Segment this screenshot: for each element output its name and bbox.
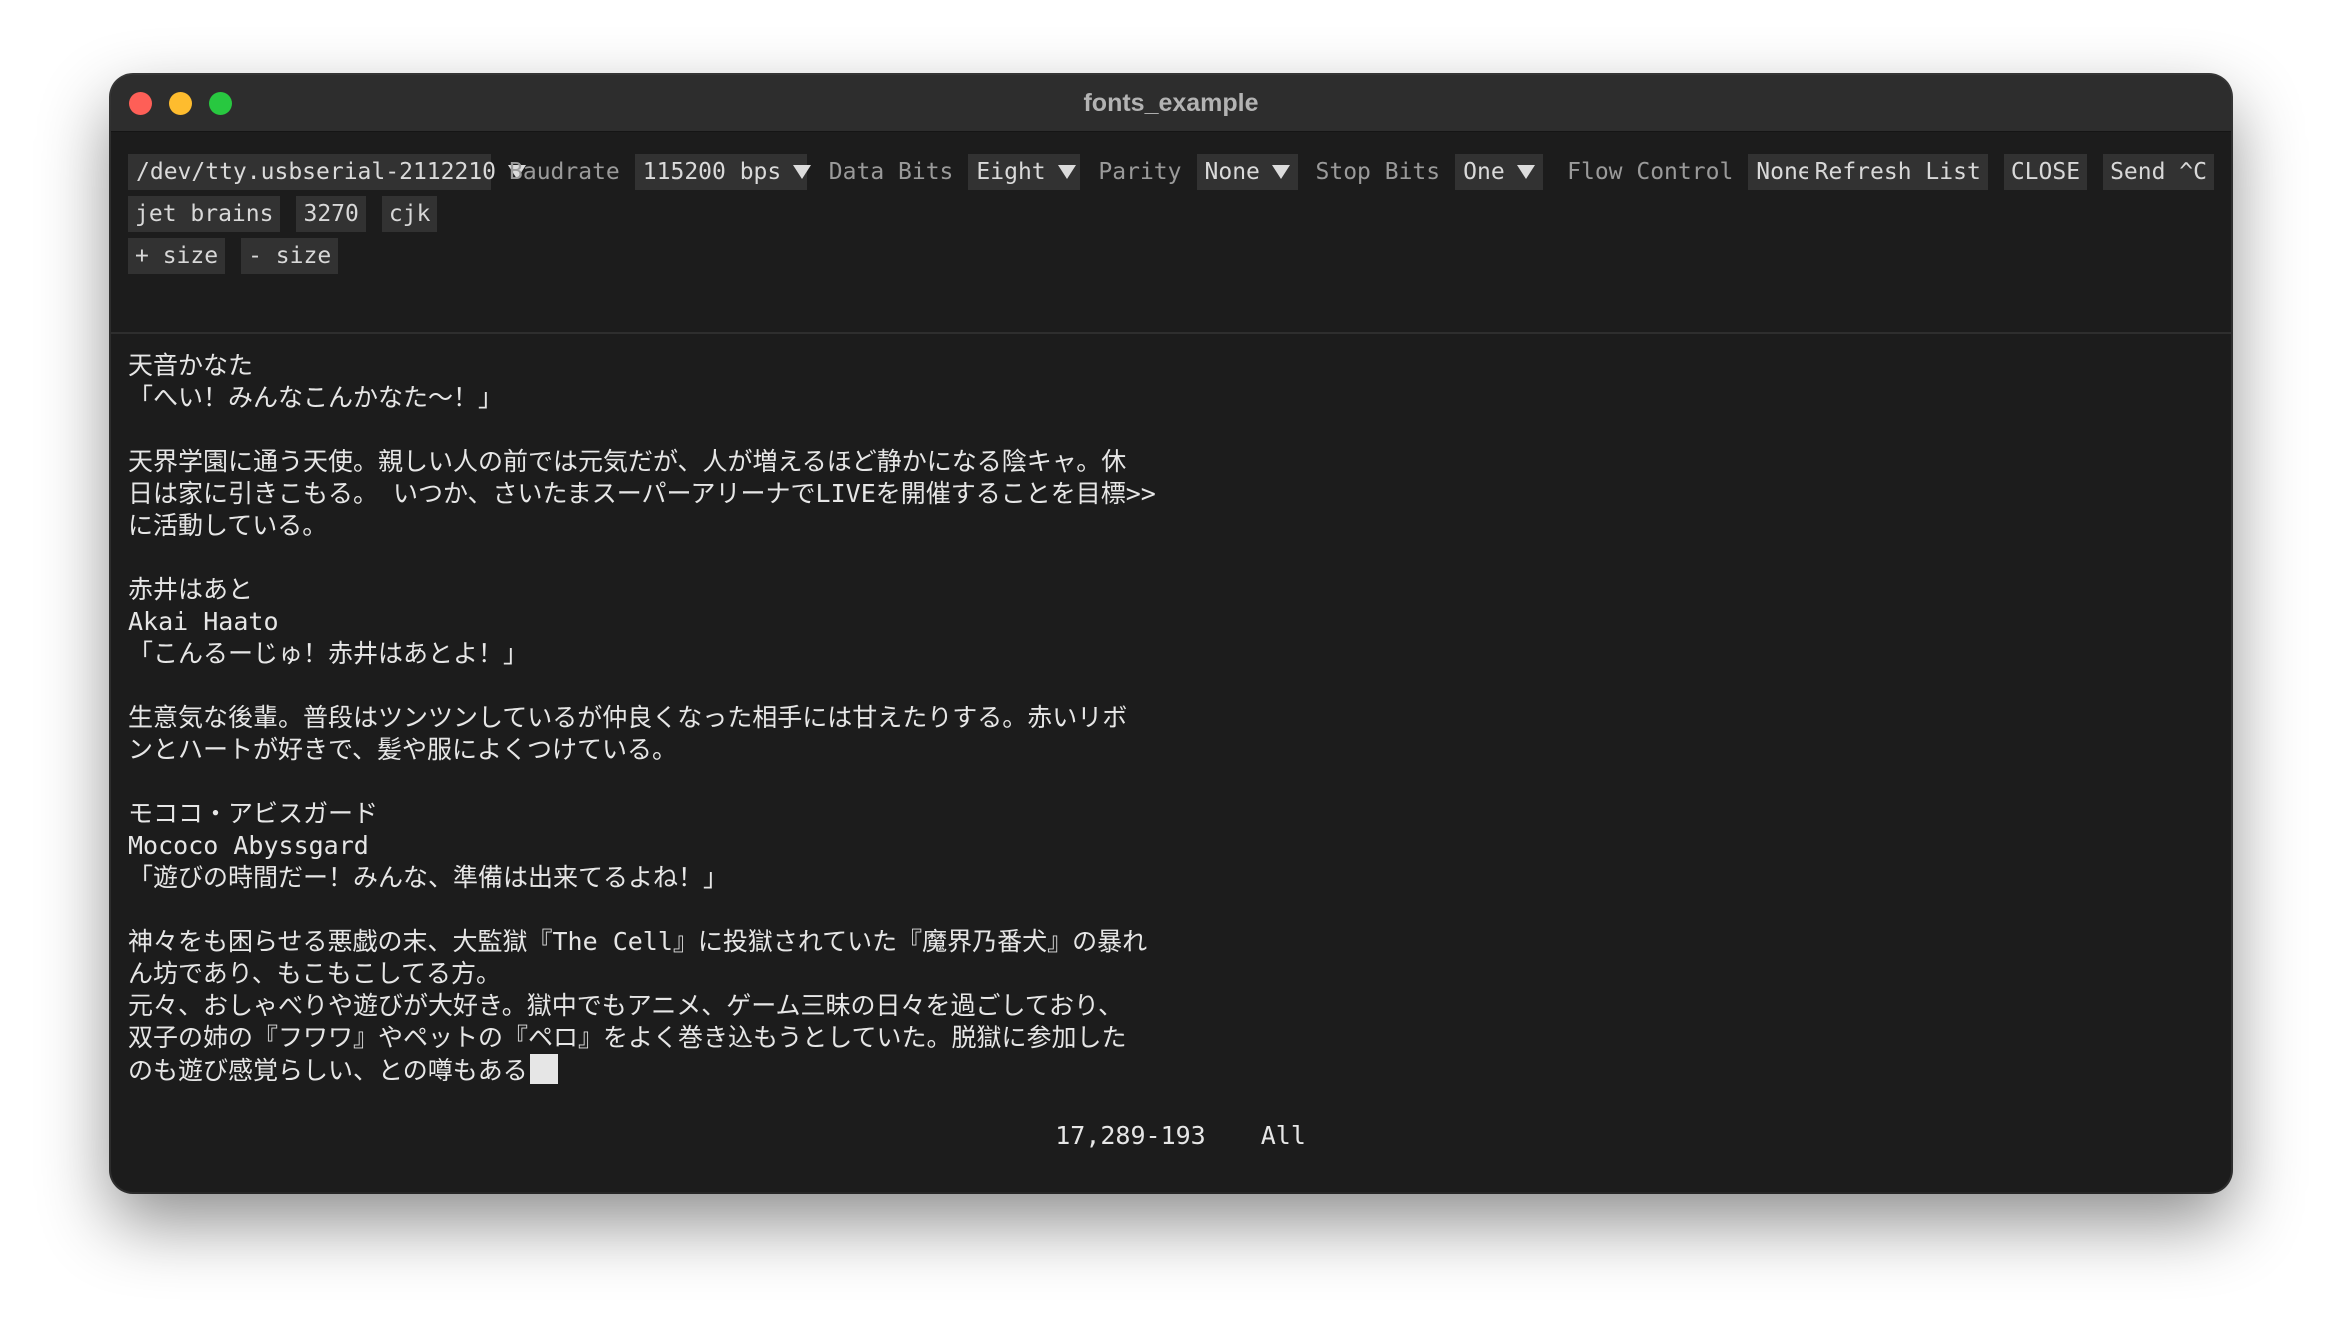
baudrate-select[interactable]: 115200 bps (634, 154, 812, 190)
databits-value: Eight (976, 159, 1046, 185)
terminal-line: のも遊び感覚らしい、との噂もある (128, 1054, 1378, 1086)
cursor-position: 17,289-193 (1055, 1121, 1206, 1150)
terminal-line: ンとハートが好きで、髪や服によくつけている。 (128, 735, 678, 764)
flow-control-label: Flow Control (1567, 159, 1734, 185)
parity-value: None (1204, 159, 1260, 185)
terminal-output[interactable]: 天音かなた「へい！みんなこんかなた～！」天界学園に通う天使。親しい人の前では元気… (128, 350, 1378, 1086)
terminal-line: 「こんるーじゅ！赤井はあとよ！」 (128, 639, 529, 668)
window-title: fonts_example (1083, 89, 1259, 117)
terminal-line: Mococo Abyssgard (128, 831, 369, 860)
action-buttons: Refresh List CLOSE Send ^C (1792, 154, 2214, 190)
terminal-line: に活動している。 (128, 511, 328, 540)
terminal-line: 元々、おしゃべりや遊びが大好き。獄中でもアニメ、ゲーム三昧の日々を過ごしており、 (128, 991, 1124, 1020)
port-value: /dev/tty.usbserial-2112210 (136, 159, 497, 185)
text-cursor (529, 1054, 558, 1084)
terminal-line: 双子の姉の『フワワ』やペットの『ペロ』をよく巻き込もうとしていた。脱獄に参加した (128, 1023, 1127, 1052)
terminal-line: Akai Haato (128, 607, 279, 636)
terminal-line: 「へい！みんなこんかなた～！」 (128, 383, 504, 412)
font-cjk-button[interactable]: cjk (381, 196, 438, 232)
font-size-row: + size - size (128, 238, 354, 274)
terminal-line: ん坊であり、もこもこしてる方。 (128, 959, 502, 988)
databits-label: Data Bits (828, 159, 954, 185)
stopbits-select[interactable]: One (1455, 154, 1544, 190)
chevron-down-icon (1057, 165, 1076, 179)
font-3270-button[interactable]: 3270 (296, 196, 366, 232)
port-select[interactable]: /dev/tty.usbserial-2112210 (128, 154, 527, 190)
chevron-down-icon (1516, 165, 1535, 179)
stopbits-label: Stop Bits (1315, 159, 1441, 185)
terminal-status-line: 17,289-193 All (995, 1088, 1306, 1150)
close-port-button[interactable]: CLOSE (2003, 154, 2088, 190)
baudrate-value: 115200 bps (642, 159, 782, 185)
terminal-line: 神々をも困らせる悪戯の末、大監獄『The Cell』に投獄されていた『魔界乃番犬… (128, 927, 1148, 956)
app-window: fonts_example /dev/tty.usbserial-2112210… (111, 75, 2231, 1192)
serial-settings-row: /dev/tty.usbserial-2112210 Baudrate 1152… (128, 154, 1850, 190)
font-jetbrains-button[interactable]: jet brains (128, 196, 281, 232)
chevron-down-icon (1271, 165, 1290, 179)
refresh-list-button[interactable]: Refresh List (1807, 154, 1988, 190)
decrease-size-button[interactable]: - size (241, 238, 339, 274)
parity-select[interactable]: None (1196, 154, 1298, 190)
font-selection-row: jet brains 3270 cjk (128, 196, 453, 232)
increase-size-button[interactable]: + size (128, 238, 226, 274)
terminal-line: 日は家に引きこもる。 いつか、さいたまスーパーアリーナでLIVEを開催することを… (128, 479, 1156, 508)
terminal-line: 天界学園に通う天使。親しい人の前では元気だが、人が増えるほど静かになる陰キャ。休 (128, 447, 1127, 476)
title-bar[interactable]: fonts_example (111, 75, 2231, 132)
terminal-line: 「遊びの時間だー！みんな、準備は出来てるよね！」 (128, 863, 729, 892)
stopbits-value: One (1463, 159, 1505, 185)
databits-select[interactable]: Eight (968, 154, 1081, 190)
chevron-down-icon (793, 165, 812, 179)
baudrate-label: Baudrate (509, 159, 620, 185)
terminal-line: 赤井はあと (128, 575, 254, 604)
scroll-indicator: All (1260, 1121, 1306, 1150)
terminal-line: 生意気な後輩。普段はツンツンしているが仲良くなった相手には甘えたりする。赤いリボ (128, 703, 1128, 732)
parity-label: Parity (1098, 159, 1182, 185)
terminal-line: モココ・アビスガード (128, 799, 379, 828)
send-ctrl-c-button[interactable]: Send ^C (2103, 154, 2214, 190)
terminal-line: 天音かなた (128, 351, 254, 380)
